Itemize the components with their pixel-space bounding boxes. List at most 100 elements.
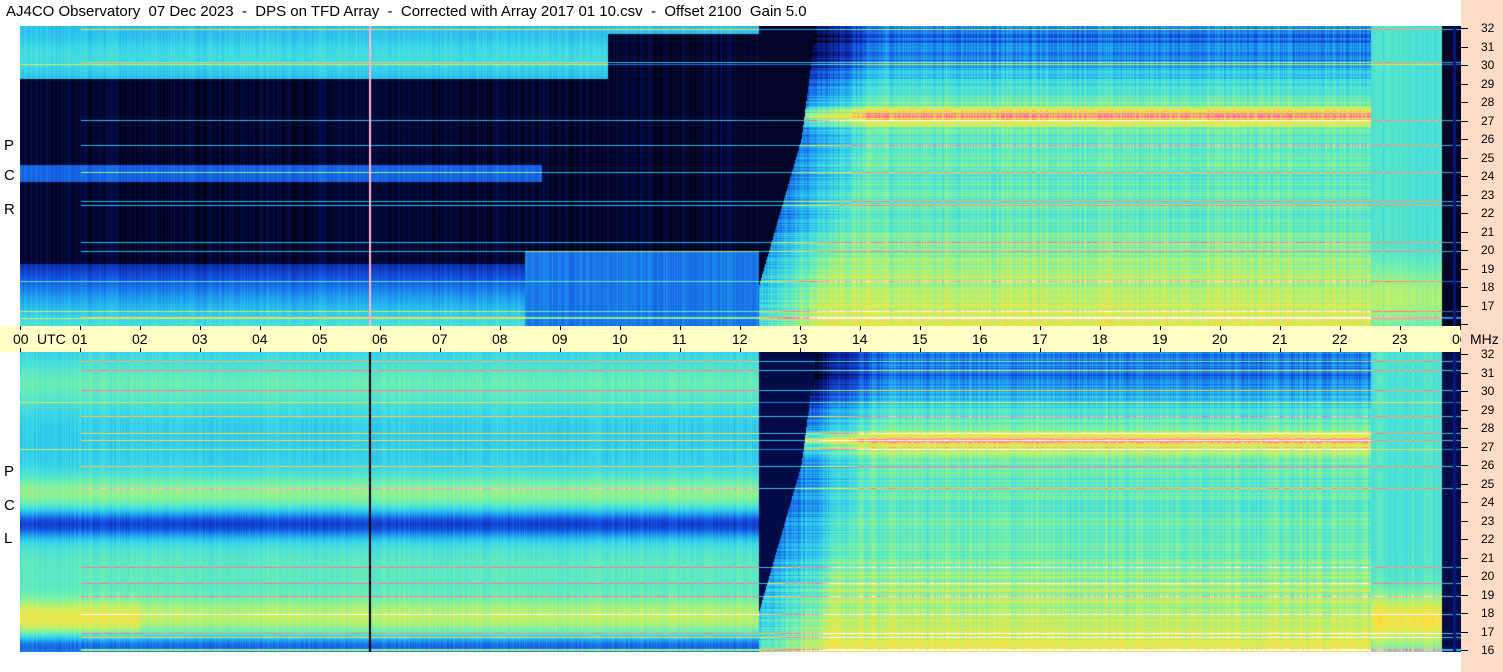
utc-tick-label: 18 (1092, 331, 1108, 347)
utc-tick-mark (380, 326, 381, 330)
lcp-letter-p: P (4, 463, 15, 480)
utc-tick-mark (680, 348, 681, 352)
utc-tick-mark (20, 348, 21, 352)
utc-tick-label: 03 (192, 331, 208, 347)
utc-tick-mark (1220, 326, 1221, 330)
utc-tick-label: 13 (792, 331, 808, 347)
freq-tick-label: 30 (1481, 384, 1495, 398)
utc-tick-mark (980, 326, 981, 330)
utc-tick-mark (1160, 326, 1161, 330)
chart-title: AJ4CO Observatory 07 Dec 2023 - DPS on T… (6, 3, 807, 20)
freq-tick-label: 29 (1481, 76, 1495, 91)
lcp-letter-l: L (4, 530, 13, 547)
rcp-letter-p: P (4, 137, 15, 154)
freq-tick-mark (1461, 391, 1468, 392)
freq-tick-label: 26 (1481, 458, 1495, 472)
utc-tick-mark (140, 326, 141, 330)
utc-tick-mark (320, 348, 321, 352)
freq-tick-mark (1461, 83, 1468, 85)
freq-tick-label: 28 (1481, 421, 1495, 435)
utc-tick-mark (1040, 348, 1041, 352)
freq-tick-mark (1461, 324, 1468, 325)
freq-tick-label: 31 (1481, 365, 1495, 380)
freq-tick-label: 28 (1481, 95, 1495, 109)
freq-tick-mark (1461, 231, 1468, 233)
lcp-spectrogram (20, 352, 1461, 652)
utc-tick-mark (980, 348, 981, 352)
freq-tick-mark (1461, 465, 1468, 466)
freq-tick-label: 26 (1481, 132, 1495, 146)
freq-tick-mark (1461, 102, 1468, 103)
rcp-letter-c: C (4, 167, 15, 184)
utc-tick-label: 02 (132, 331, 148, 347)
freq-tick-label: 21 (1481, 224, 1495, 239)
freq-tick-mark (1461, 268, 1468, 270)
freq-tick-mark (1461, 539, 1468, 540)
freq-tick-mark (1461, 120, 1468, 122)
utc-tick-mark (500, 326, 501, 330)
freq-tick-mark (1461, 428, 1468, 429)
freq-tick-label: 24 (1481, 169, 1495, 183)
freq-tick-mark (1461, 372, 1468, 374)
freq-tick-mark (1461, 354, 1468, 355)
freq-tick-mark (1461, 46, 1468, 48)
utc-tick-mark (1400, 326, 1401, 330)
rcp-spectrogram (20, 26, 1461, 326)
utc-tick-mark (500, 348, 501, 352)
freq-tick-mark (1461, 139, 1468, 140)
freq-tick-label: 27 (1481, 113, 1495, 128)
freq-tick-mark (1461, 594, 1468, 596)
freq-tick-mark (1461, 28, 1468, 29)
freq-tick-label: 32 (1481, 21, 1495, 35)
utc-tick-mark (1400, 348, 1401, 352)
utc-tick-mark (680, 326, 681, 330)
freq-tick-label: 20 (1481, 243, 1495, 257)
freq-tick-mark (1461, 213, 1468, 214)
utc-tick-label: 11 (672, 331, 687, 347)
freq-tick-mark (1461, 157, 1468, 159)
freq-tick-mark (1461, 650, 1468, 651)
utc-tick-label: 17 (1032, 331, 1048, 347)
freq-tick-mark (1461, 194, 1468, 196)
freq-tick-mark (1461, 305, 1468, 307)
freq-tick-label: 17 (1481, 624, 1495, 639)
rcp-letter-r: R (4, 201, 15, 218)
utc-tick-mark (140, 348, 141, 352)
utc-tick-mark (620, 348, 621, 352)
utc-tick-mark (800, 326, 801, 330)
utc-time-axis: 00 01 02 03 04 05 06 07 08 09 10 11 12 13 14 15 16 17 18 19… (0, 326, 1468, 352)
utc-tick-label: 19 (1152, 331, 1168, 347)
utc-tick-mark (440, 348, 441, 352)
utc-tick-mark (1100, 348, 1101, 352)
utc-tick-mark (1280, 348, 1281, 352)
freq-tick-label: 22 (1481, 206, 1495, 220)
lcp-letter-c: C (4, 497, 15, 514)
freq-tick-mark (1461, 409, 1468, 411)
freq-tick-label: 30 (1481, 58, 1495, 72)
utc-tick-mark (260, 326, 261, 330)
freq-tick-mark (1461, 176, 1468, 177)
utc-tick-mark (620, 326, 621, 330)
utc-tick-mark (920, 326, 921, 330)
utc-tick-mark (440, 326, 441, 330)
utc-tick-mark (1160, 348, 1161, 352)
freq-tick-mark (1461, 287, 1468, 288)
freq-tick-label: 18 (1481, 606, 1495, 620)
freq-tick-label: 31 (1481, 39, 1495, 54)
utc-tick-label: 16 (972, 331, 988, 347)
utc-tick-label: 09 (552, 331, 568, 347)
utc-tick-label: 12 (732, 331, 748, 347)
utc-tick-label: 14 (852, 331, 868, 347)
utc-tick-mark (1040, 326, 1041, 330)
utc-tick-mark (20, 326, 21, 330)
freq-tick-label: 19 (1481, 587, 1495, 602)
freq-tick-label: 32 (1481, 347, 1495, 361)
utc-tick-label: 20 (1212, 331, 1228, 347)
utc-tick-mark (320, 326, 321, 330)
utc-tick-mark (80, 326, 81, 330)
utc-tick-mark (200, 326, 201, 330)
utc-tick-label: 23 (1392, 331, 1408, 347)
freq-tick-label: 16 (1481, 643, 1495, 657)
freq-tick-mark (1461, 65, 1468, 66)
freq-tick-label: 24 (1481, 495, 1495, 509)
